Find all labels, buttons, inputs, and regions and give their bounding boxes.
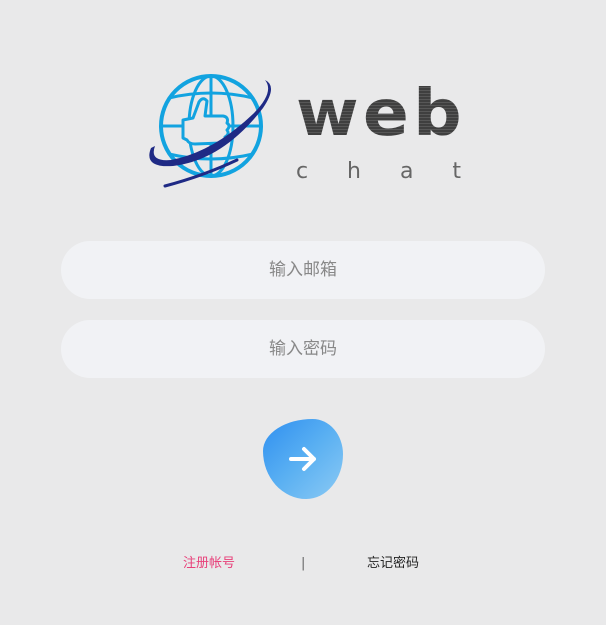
logo-letter: t [452,159,461,184]
logo-wordmark-chat: c h a t [296,160,461,184]
webchat-logo: web c h a t [143,68,463,193]
login-page: web c h a t 注册帐号 | 忘记密码 [0,0,606,625]
arrow-right-icon [289,447,316,471]
forgot-password-link[interactable]: 忘记密码 [367,556,419,572]
logo-letter: c [296,159,309,184]
logo-wordmark-web: web [296,77,466,151]
logo-letter: a [399,159,414,184]
globe-thumbs-up-icon [149,74,272,188]
logo-letter: h [347,159,361,184]
register-account-link[interactable]: 注册帐号 [183,556,235,572]
email-input[interactable] [61,241,545,299]
footer-divider: | [301,556,306,571]
login-submit-button[interactable] [263,419,343,499]
password-input[interactable] [61,320,545,378]
